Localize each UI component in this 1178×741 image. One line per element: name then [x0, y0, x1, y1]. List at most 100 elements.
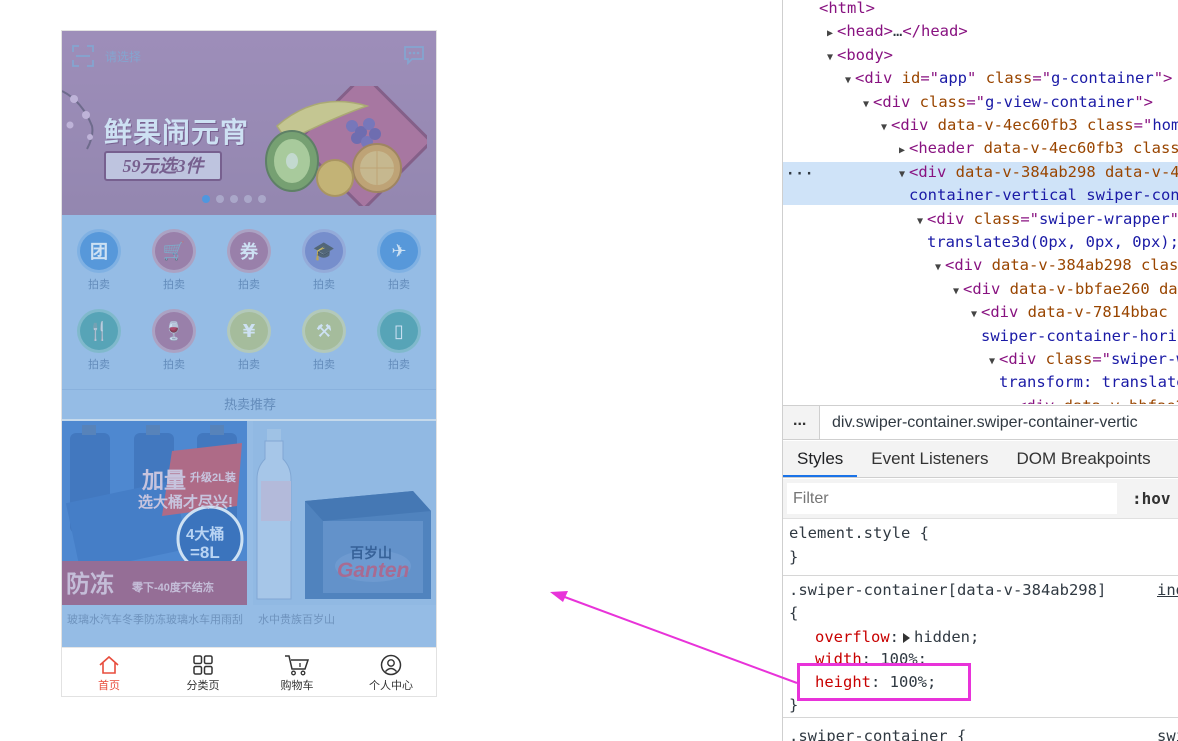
breadcrumb-item[interactable]: div.swiper-container.swiper-container-ve…: [819, 406, 1178, 439]
expand-triangle-icon[interactable]: ▶: [895, 139, 909, 162]
annotation-highlight-box: [797, 663, 971, 701]
tab-home[interactable]: 首页: [62, 648, 156, 696]
collapse-triangle-icon[interactable]: ▼: [841, 69, 855, 92]
grid-icon: [193, 655, 213, 675]
product-name[interactable]: 水中贵族百岁山: [258, 613, 434, 628]
menu-item-label: 拍卖: [388, 279, 410, 291]
rule-source-link[interactable]: swi: [1157, 725, 1178, 741]
dom-node-line[interactable]: ▼ <div id="app" class="g-container">: [841, 67, 1172, 90]
dom-breadcrumb-bar: ... div.swiper-container.swiper-containe…: [783, 405, 1178, 440]
collapse-triangle-icon[interactable]: ▼: [859, 93, 873, 116]
carousel-dots[interactable]: [202, 195, 266, 203]
home-icon: [99, 655, 119, 674]
carousel-dot[interactable]: [258, 195, 266, 203]
dom-node-markup: transform: translate3d: [999, 373, 1178, 392]
tab-profile[interactable]: 个人中心: [344, 648, 436, 696]
rule-selector-text[interactable]: .swiper-container[data-v-384ab298]: [789, 581, 1106, 599]
prop-value[interactable]: hidden;: [914, 628, 979, 646]
collapse-triangle-icon[interactable]: ▼: [895, 163, 909, 186]
dom-node-line[interactable]: ▼ <div data-v-bbfae260 dat: [949, 278, 1178, 301]
rule-selector-2[interactable]: .swiper-container { swi: [789, 725, 1178, 741]
dom-node-line[interactable]: ▼ <div class="g-view-container">: [859, 91, 1153, 114]
dom-node-line[interactable]: ▼ <div data-v-7814bbac c: [967, 301, 1178, 324]
element-style-rule: element.style { }: [783, 520, 1178, 576]
dom-node-line[interactable]: ▼<div class="swiper-w: [985, 348, 1178, 371]
tab-label: 购物车: [280, 680, 314, 692]
dom-node-line[interactable]: swiper-container-horizo: [967, 325, 1178, 348]
rule-open-brace: {: [789, 604, 799, 622]
menu-item[interactable]: ✈ 拍卖: [369, 229, 429, 292]
collapse-triangle-icon[interactable]: ▼: [985, 350, 999, 373]
menu-item[interactable]: ⚒ 拍卖: [294, 309, 354, 372]
tab-cart[interactable]: 购物车: [250, 648, 344, 696]
product-image[interactable]: 加量 升级2L装 选大桶才尽兴! 4大桶 =8L 防冻 零下-40度不结冻: [62, 421, 247, 605]
promo-bottom-sub: 零下-40度不结冻: [132, 582, 214, 594]
menu-item[interactable]: 团拍卖: [69, 229, 129, 292]
cart-icon: 🛒: [152, 229, 196, 273]
styles-filter-row: :hov: [783, 479, 1178, 519]
dom-node-line[interactable]: ▶ <head>…</head>: [823, 20, 968, 43]
dom-node-line[interactable]: ▼ <div data-v-384ab298 clas: [931, 254, 1178, 277]
product-name[interactable]: 玻璃水汽车冬季防冻玻璃水车用雨刮: [67, 613, 243, 628]
dom-node-line[interactable]: ▶<div data-v-bbfae2: [1003, 395, 1178, 404]
tab-dom-breakpoints[interactable]: DOM Breakpoints: [1002, 441, 1164, 477]
carousel-dot-active[interactable]: [202, 195, 210, 203]
promo-line2: 选大桶才尽兴!: [138, 494, 233, 511]
collapse-triangle-icon[interactable]: ▼: [877, 116, 891, 139]
product-card-washer-fluid[interactable]: 加量 升级2L装 选大桶才尽兴! 4大桶 =8L 防冻 零下-40度不结冻 玻璃…: [62, 421, 247, 647]
prop-name[interactable]: overflow: [815, 628, 890, 646]
dom-node-line[interactable]: ▼<div class="swiper-wrapper": [913, 208, 1178, 231]
menu-item[interactable]: 券拍卖: [219, 229, 279, 292]
menu-item[interactable]: ¥ 拍卖: [219, 309, 279, 372]
collapse-triangle-icon[interactable]: ▼: [949, 280, 963, 303]
dom-node-line[interactable]: transform: translate3d: [985, 371, 1178, 394]
collapse-triangle-icon[interactable]: ▼: [913, 210, 927, 233]
graduation-cap-icon: 🎓: [302, 229, 346, 273]
product-card-ganten[interactable]: 百岁山 Ganten 水中贵族百岁山: [253, 421, 436, 647]
screenshot-stage: 请选择 鲜果闹元宵 59元选3件 团 拍卖 🛒 拍卖 券 拍卖 🎓 拍卖 ✈ 拍…: [0, 0, 1178, 741]
product-image[interactable]: 百岁山 Ganten: [253, 421, 436, 605]
scan-icon[interactable]: [72, 45, 94, 67]
chat-icon[interactable]: [403, 45, 425, 65]
hover-state-toggle[interactable]: :hov: [1132, 489, 1171, 508]
dom-node-markup: <div class="g-view-container">: [873, 92, 1153, 111]
promo-upgrade: 升级2L装: [190, 472, 236, 484]
styles-filter-input[interactable]: [787, 483, 1117, 514]
expand-triangle-icon[interactable]: ▶: [1003, 397, 1017, 404]
menu-item-label: 拍卖: [88, 279, 110, 291]
tab-styles[interactable]: Styles: [783, 441, 858, 477]
rule-selector[interactable]: .swiper-container[data-v-384ab298] ind: [789, 579, 1178, 602]
dom-node-line[interactable]: <html>: [805, 0, 875, 20]
menu-item[interactable]: 🍴 拍卖: [69, 309, 129, 372]
dom-node-line[interactable]: ▶ <header data-v-4ec60fb3 class: [895, 137, 1178, 160]
dom-node-line[interactable]: ▼ <body>: [823, 44, 893, 67]
rule-selector[interactable]: element.style {: [789, 522, 929, 545]
banner-carousel[interactable]: 请选择 鲜果闹元宵 59元选3件: [62, 31, 436, 215]
collapse-triangle-icon[interactable]: ▼: [967, 303, 981, 326]
breadcrumb-overflow-button[interactable]: ...: [793, 412, 806, 430]
dom-node-line[interactable]: ▼ <div data-v-4ec60fb3 class="hom: [877, 114, 1178, 137]
location-text[interactable]: 请选择: [105, 48, 141, 65]
rule-selector-text[interactable]: .swiper-container {: [789, 727, 966, 741]
elements-dom-tree[interactable]: ··· <html> ▶ <head>…</head> ▼ <body> ▼ <div id…: [783, 0, 1178, 404]
dom-node-markup: translate3d(0px, 0px, 0px); t: [927, 233, 1178, 251]
decl-overflow[interactable]: overflow: hidden;: [815, 626, 979, 649]
expand-triangle-icon[interactable]: [903, 632, 910, 643]
dom-node-line[interactable]: translate3d(0px, 0px, 0px); t: [913, 231, 1178, 254]
collapse-triangle-icon[interactable]: ▼: [823, 46, 837, 69]
rule-source-link[interactable]: ind: [1157, 579, 1178, 602]
dom-row-menu-icon[interactable]: ···: [786, 166, 814, 182]
dom-node-line[interactable]: ▼ <div data-v-384ab298 data-v-4: [895, 161, 1178, 184]
tab-category[interactable]: 分类页: [156, 648, 250, 696]
dom-node-line[interactable]: container-vertical swiper-conta: [895, 184, 1178, 207]
carousel-dot[interactable]: [216, 195, 224, 203]
menu-item[interactable]: 🎓 拍卖: [294, 229, 354, 292]
expand-triangle-icon[interactable]: ▶: [823, 22, 837, 45]
menu-item[interactable]: 🍷 拍卖: [144, 309, 204, 372]
carousel-dot[interactable]: [244, 195, 252, 203]
tab-event-listeners[interactable]: Event Listeners: [857, 441, 1002, 477]
collapse-triangle-icon[interactable]: ▼: [931, 256, 945, 279]
menu-item[interactable]: ▯ 拍卖: [369, 309, 429, 372]
carousel-dot[interactable]: [230, 195, 238, 203]
menu-item[interactable]: 🛒 拍卖: [144, 229, 204, 292]
